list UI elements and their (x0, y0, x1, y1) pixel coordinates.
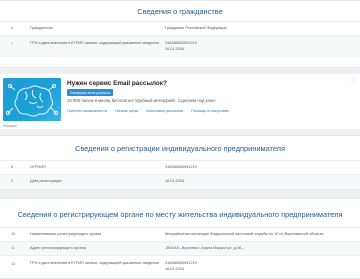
row-number: 8 (11, 165, 14, 169)
grn-value: 316366600051219 (165, 41, 197, 45)
row-value: Гражданин Российской Федерации (165, 26, 227, 30)
row-number: 9 (11, 179, 14, 183)
row-value: Межрайонная инспекция Федеральной налого… (165, 232, 324, 236)
citizenship-title: Сведения о гражданстве (137, 7, 223, 16)
ad-caption: Реклама (3, 124, 17, 128)
grn-date: 16.01.2016 (165, 267, 185, 271)
row-label: ОГРНИП (30, 165, 46, 169)
ad-banner[interactable]: Нужен сервис Email рассылок? платформа e… (0, 74, 360, 129)
table-row: 10 Наименование регистрирующего органа М… (0, 227, 360, 241)
row-value: 316366600051219 16.01.2016 (165, 260, 355, 272)
row-label: Гражданство (30, 26, 53, 30)
row-label: Адрес регистрирующего органа (30, 246, 86, 250)
citizenship-section: Сведения о гражданстве 6 Гражданство Гра… (0, 0, 360, 68)
ad-info-icon[interactable]: ⓘ (351, 78, 357, 84)
table-row: 12 ГРН и дата внесения в ЕГРИП записи, с… (0, 255, 360, 277)
table-row: 6 Гражданство Гражданин Российской Федер… (0, 21, 360, 35)
table-row: 8 ОГРНИП 316366600051219 (0, 160, 360, 174)
ad-link[interactable]: Помощь в настройке (191, 108, 229, 113)
row-label: ГРН и дата внесения в ЕГРИП записи, соде… (30, 261, 159, 265)
row-value: 16.01.2016 (165, 179, 185, 183)
grn-date: 16.01.2016 (165, 47, 185, 51)
row-value: 316366600051219 (165, 165, 197, 169)
row-number: 11 (11, 246, 15, 250)
row-number: 10 (11, 232, 16, 236)
row-label: Дата регистрации (30, 179, 62, 183)
row-number: 12 (11, 262, 16, 266)
ad-links: Оценить возможности Низкие цены Массовые… (67, 108, 229, 113)
ad-title[interactable]: Нужен сервис Email рассылок? (67, 80, 167, 87)
row-number: 7 (11, 42, 14, 46)
brain-illustration-icon[interactable] (3, 78, 61, 121)
row-value: 316366600051219 16.01.2016 (165, 40, 355, 52)
row-value: ,394018,,,Воронеж г,,Карла Маркса ул, д … (165, 246, 245, 250)
ad-link[interactable]: Массовые рассылки (146, 108, 183, 113)
table-row: 9 Дата регистрации 16.01.2016 (0, 174, 360, 188)
registration-section: Сведения о регистрации индивидуального п… (0, 135, 360, 190)
row-label: ГРН и дата внесения в ЕГРИП записи, соде… (30, 41, 159, 45)
authority-title: Сведения о регистрирующем органе по мест… (17, 210, 343, 219)
row-number: 6 (11, 26, 14, 30)
row-label: Наименование регистрирующего органа (30, 232, 102, 236)
grn-value: 316366600051219 (165, 261, 197, 265)
table-row: 7 ГРН и дата внесения в ЕГРИП записи, со… (0, 35, 360, 57)
ad-link[interactable]: Оценить возможности (67, 108, 107, 113)
registration-title: Сведения о регистрации индивидуального п… (75, 144, 285, 153)
table-row: 11 Адрес регистрирующего органа ,394018,… (0, 241, 360, 255)
ad-badge: платформа email рассылок (67, 89, 114, 96)
authority-section: Сведения о регистрирующем органе по мест… (0, 198, 360, 279)
ad-description: 15 000 писем в месяц бесплатно! Удобный … (67, 98, 217, 103)
ad-link[interactable]: Низкие цены (115, 108, 138, 113)
